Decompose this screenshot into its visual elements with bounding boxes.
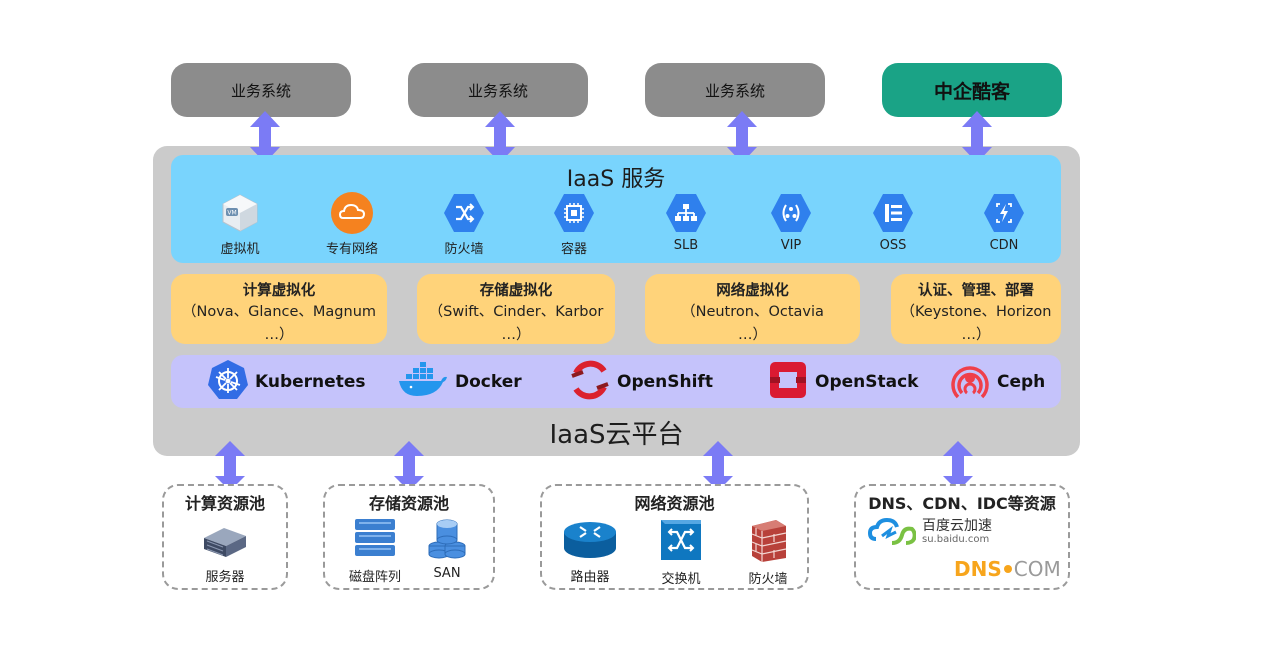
tech-ceph: Ceph (949, 361, 1045, 403)
tech-name: Ceph (997, 372, 1046, 392)
service-slb: SLB (641, 191, 731, 253)
tree-icon (664, 191, 708, 235)
switch-item: 交换机 (649, 518, 713, 587)
virt-components: （Neutron、Octavia (681, 304, 824, 320)
virt-title: 计算虚拟化 (242, 283, 316, 299)
network-virtualization-box: 网络虚拟化 （Neutron、Octavia …） (645, 274, 860, 344)
service-label: SLB (673, 238, 699, 253)
auth-management-deploy-box: 认证、管理、部署 （Keystone、Horizon …） (891, 274, 1061, 344)
technology-bar: Kubernetes Docker OpenShift OpenStack Ce… (171, 355, 1061, 408)
server-item: 服务器 (199, 520, 251, 585)
resource-label: SAN (433, 566, 461, 581)
openstack-icon (767, 359, 809, 405)
service-cdn: CDN (959, 191, 1049, 253)
virt-title: 存储虚拟化 (479, 283, 553, 299)
service-firewall: 防火墙 (419, 191, 509, 257)
service-label: 防火墙 (444, 242, 484, 257)
resource-label: 防火墙 (748, 572, 788, 587)
virt-components: （Keystone、Horizon (900, 304, 1052, 320)
pool-title: 网络资源池 (634, 494, 715, 513)
business-system-3: 业务系统 (645, 63, 825, 117)
disk-array-item: 磁盘阵列 (343, 518, 407, 585)
virt-ellipsis: …） (961, 327, 991, 343)
cloud-icon (330, 191, 374, 235)
service-oss: OSS (848, 191, 938, 253)
san-item: SAN (423, 518, 471, 581)
iaas-service-title: IaaS 服务 (566, 167, 666, 192)
tech-docker: Docker (397, 361, 522, 403)
external-resource-pool: DNS、CDN、IDC等资源 百度云加速 su.baidu.com DNS CO… (854, 484, 1070, 590)
tech-name: OpenShift (617, 372, 713, 392)
chip-icon (552, 191, 596, 235)
resource-label: 路由器 (570, 570, 610, 585)
ceph-icon (949, 359, 991, 405)
pool-title: DNS、CDN、IDC等资源 (868, 494, 1056, 513)
virt-ellipsis: …） (738, 327, 767, 343)
service-vip: VIP (746, 191, 836, 253)
service-vm: VM 虚拟机 (195, 191, 285, 257)
business-system-2: 业务系统 (408, 63, 588, 117)
dns-com-logo: DNS COM (954, 556, 1061, 582)
service-label: 虚拟机 (220, 242, 260, 257)
tech-name: Docker (455, 372, 522, 392)
baidu-name: 百度云加速 (922, 518, 992, 534)
vm-icon: VM (218, 191, 262, 235)
router-item: 路由器 (558, 518, 622, 585)
dns-logo-left: DNS (954, 557, 1002, 581)
tech-openstack: OpenStack (767, 361, 918, 403)
resource-label: 磁盘阵列 (348, 570, 401, 585)
kubernetes-icon (207, 359, 249, 405)
iaas-platform-title: IaaS云平台 (549, 420, 684, 450)
baidu-url: su.baidu.com (922, 534, 990, 545)
san-icon (423, 518, 471, 564)
virt-components: （Nova、Glance、Magnum (181, 304, 377, 320)
service-container: 容器 (529, 191, 619, 257)
storage-resource-pool: 存储资源池 磁盘阵列 SAN (323, 484, 495, 590)
openshift-icon (569, 359, 611, 405)
service-label: 容器 (560, 242, 587, 257)
virt-ellipsis: …） (501, 327, 531, 343)
network-resource-pool: 网络资源池 路由器 交换机 防火墙 (540, 484, 809, 590)
brick-firewall-icon (736, 518, 800, 566)
virt-ellipsis: …） (264, 327, 294, 343)
service-label: VIP (780, 238, 802, 253)
business-system-1: 业务系统 (171, 63, 351, 117)
pool-title: 存储资源池 (368, 494, 449, 513)
docker-whale-icon (397, 360, 449, 404)
virt-title: 认证、管理、部署 (918, 283, 1034, 299)
dns-logo-right: COM (1013, 557, 1061, 581)
tech-kubernetes: Kubernetes (207, 359, 366, 405)
service-label: OSS (879, 238, 907, 253)
firewall-item: 防火墙 (736, 518, 800, 587)
baidu-cloud-logo: 百度云加速 su.baidu.com (868, 514, 1038, 550)
list-icon (871, 191, 915, 235)
dot-icon (1003, 565, 1012, 573)
zhongqi-kuke-box: 中企酷客 (882, 63, 1062, 117)
service-label: CDN (989, 238, 1019, 253)
service-vpc: 专有网络 (307, 191, 397, 257)
tech-openshift: OpenShift (569, 359, 713, 405)
resource-label: 交换机 (661, 572, 701, 587)
switch-icon (649, 518, 713, 566)
shuffle-icon (442, 191, 486, 235)
server-icon (199, 520, 251, 564)
cdn-icon (982, 191, 1026, 235)
service-label: 专有网络 (325, 242, 378, 257)
virt-components: （Swift、Cinder、Karbor (428, 304, 604, 320)
tech-name: OpenStack (815, 372, 919, 392)
baidu-cloud-icon (868, 517, 916, 545)
iaas-service-panel: IaaS 服务 VM 虚拟机 专有网络 防火墙 容器 SLB VIP OSS C… (171, 155, 1061, 263)
virt-title: 网络虚拟化 (716, 283, 789, 299)
pool-title: 计算资源池 (184, 494, 265, 513)
compute-virtualization-box: 计算虚拟化 （Nova、Glance、Magnum …） (171, 274, 387, 344)
compute-resource-pool: 计算资源池 服务器 (162, 484, 288, 590)
storage-virtualization-box: 存储虚拟化 （Swift、Cinder、Karbor …） (417, 274, 615, 344)
tech-name: Kubernetes (255, 372, 366, 392)
disk-array-icon (343, 518, 407, 564)
router-icon (558, 518, 622, 564)
resource-label: 服务器 (205, 570, 245, 585)
vip-icon (769, 191, 813, 235)
svg-text:VM: VM (227, 210, 236, 217)
